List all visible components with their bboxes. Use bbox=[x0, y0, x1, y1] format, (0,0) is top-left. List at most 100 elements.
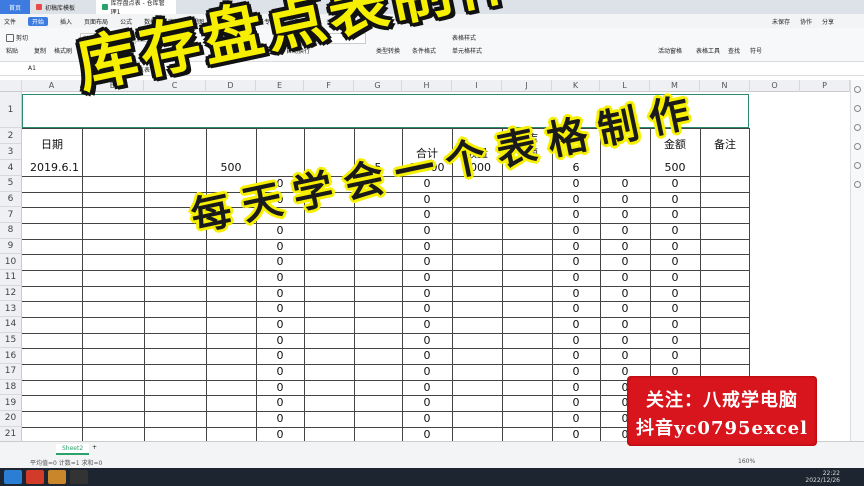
row-header[interactable]: 12 bbox=[0, 285, 22, 301]
zero-cell[interactable]: 0 bbox=[402, 208, 452, 221]
zoom-level[interactable]: 160% bbox=[738, 458, 755, 465]
cut-button[interactable]: 剪切 bbox=[6, 33, 28, 42]
zero-cell[interactable]: 0 bbox=[650, 302, 700, 315]
zero-cell[interactable]: 0 bbox=[650, 318, 700, 331]
zero-cell[interactable]: 0 bbox=[600, 255, 650, 268]
symbol-button[interactable]: 符号 bbox=[750, 46, 762, 55]
row-header[interactable]: 5 bbox=[0, 176, 22, 192]
zero-cell[interactable]: 0 bbox=[552, 428, 600, 441]
col-p[interactable]: P bbox=[800, 80, 850, 92]
zero-cell[interactable]: 0 bbox=[256, 412, 304, 425]
cell-m4[interactable]: 500 bbox=[650, 161, 700, 174]
zero-cell[interactable]: 0 bbox=[256, 287, 304, 300]
zero-cell[interactable]: 0 bbox=[552, 224, 600, 237]
row-header[interactable]: 18 bbox=[0, 379, 22, 395]
tab-templates[interactable]: 初稿库模板 bbox=[30, 0, 96, 14]
row-header[interactable]: 21 bbox=[0, 426, 22, 441]
header-remark[interactable]: 备注 bbox=[700, 136, 750, 152]
row-header[interactable]: 10 bbox=[0, 254, 22, 270]
row-header[interactable]: 8 bbox=[0, 223, 22, 239]
zero-cell[interactable]: 0 bbox=[552, 193, 600, 206]
zero-cell[interactable]: 0 bbox=[650, 240, 700, 253]
row-header[interactable]: 11 bbox=[0, 270, 22, 286]
zero-cell[interactable]: 0 bbox=[650, 271, 700, 284]
zero-cell[interactable]: 0 bbox=[256, 240, 304, 253]
header-date[interactable]: 日期 bbox=[22, 136, 82, 152]
zero-cell[interactable]: 0 bbox=[256, 381, 304, 394]
zero-cell[interactable]: 0 bbox=[650, 334, 700, 347]
zero-cell[interactable]: 0 bbox=[600, 287, 650, 300]
row-header[interactable]: 4 bbox=[0, 160, 22, 176]
zero-cell[interactable]: 0 bbox=[552, 412, 600, 425]
zero-cell[interactable]: 0 bbox=[402, 349, 452, 362]
zero-cell[interactable]: 0 bbox=[256, 318, 304, 331]
style-icon[interactable] bbox=[854, 105, 861, 112]
zero-cell[interactable]: 0 bbox=[552, 318, 600, 331]
col-a[interactable]: A bbox=[22, 80, 82, 92]
zero-cell[interactable]: 0 bbox=[402, 396, 452, 409]
row-header[interactable]: 13 bbox=[0, 301, 22, 317]
zero-cell[interactable]: 0 bbox=[600, 302, 650, 315]
paste-button[interactable]: 粘贴 bbox=[6, 46, 18, 55]
zero-cell[interactable]: 0 bbox=[650, 193, 700, 206]
zero-cell[interactable]: 0 bbox=[256, 255, 304, 268]
zero-cell[interactable]: 0 bbox=[552, 177, 600, 190]
row-header[interactable]: 17 bbox=[0, 364, 22, 380]
zero-cell[interactable]: 0 bbox=[402, 365, 452, 378]
sheet-tab[interactable]: Sheet2 bbox=[56, 444, 90, 455]
zero-cell[interactable]: 0 bbox=[402, 334, 452, 347]
row-header[interactable]: 9 bbox=[0, 238, 22, 254]
format-painter-button[interactable]: 格式刷 bbox=[54, 46, 72, 55]
zero-cell[interactable]: 0 bbox=[256, 396, 304, 409]
row-header[interactable]: 19 bbox=[0, 395, 22, 411]
zero-cell[interactable]: 0 bbox=[256, 271, 304, 284]
zero-cell[interactable]: 0 bbox=[256, 365, 304, 378]
table-tools-button[interactable]: 表格工具 bbox=[696, 46, 720, 55]
zero-cell[interactable]: 0 bbox=[256, 428, 304, 441]
backup-icon[interactable] bbox=[854, 143, 861, 150]
home-tab[interactable]: 首页 bbox=[0, 0, 30, 14]
col-h[interactable]: H bbox=[402, 80, 452, 92]
cell-style-button[interactable]: 单元格样式 bbox=[452, 46, 482, 55]
col-n[interactable]: N bbox=[700, 80, 750, 92]
zero-cell[interactable]: 0 bbox=[600, 271, 650, 284]
row-header[interactable]: 6 bbox=[0, 191, 22, 207]
col-o[interactable]: O bbox=[750, 80, 800, 92]
menu-home[interactable]: 开始 bbox=[28, 16, 49, 26]
zero-cell[interactable]: 0 bbox=[402, 271, 452, 284]
property-icon[interactable] bbox=[854, 124, 861, 131]
name-box[interactable]: A1 bbox=[28, 65, 36, 72]
row-header[interactable]: 20 bbox=[0, 411, 22, 427]
col-i[interactable]: I bbox=[452, 80, 502, 92]
zero-cell[interactable]: 0 bbox=[600, 177, 650, 190]
zero-cell[interactable]: 0 bbox=[402, 224, 452, 237]
zero-cell[interactable]: 0 bbox=[600, 193, 650, 206]
zero-cell[interactable]: 0 bbox=[402, 302, 452, 315]
row-header[interactable]: 15 bbox=[0, 332, 22, 348]
menu-file[interactable]: 文件 bbox=[4, 17, 16, 26]
row-header[interactable]: 1 bbox=[0, 92, 22, 128]
zero-cell[interactable]: 0 bbox=[256, 334, 304, 347]
zero-cell[interactable]: 0 bbox=[402, 381, 452, 394]
col-e[interactable]: E bbox=[256, 80, 304, 92]
zero-cell[interactable]: 0 bbox=[650, 255, 700, 268]
unsaved-label[interactable]: 未保存 bbox=[772, 17, 790, 26]
col-k[interactable]: K bbox=[552, 80, 600, 92]
wps-icon[interactable] bbox=[26, 470, 44, 484]
share-button[interactable]: 分享 bbox=[822, 17, 834, 26]
row-header[interactable]: 7 bbox=[0, 207, 22, 223]
zero-cell[interactable]: 0 bbox=[402, 412, 452, 425]
col-j[interactable]: J bbox=[502, 80, 552, 92]
row-header[interactable]: 16 bbox=[0, 348, 22, 364]
col-g[interactable]: G bbox=[354, 80, 402, 92]
zero-cell[interactable]: 0 bbox=[552, 349, 600, 362]
zero-cell[interactable]: 0 bbox=[256, 302, 304, 315]
zero-cell[interactable]: 0 bbox=[650, 287, 700, 300]
active-pane-button[interactable]: 活动窗格 bbox=[658, 46, 682, 55]
collab-button[interactable]: 协作 bbox=[800, 17, 812, 26]
zero-cell[interactable]: 0 bbox=[650, 224, 700, 237]
cell-a4[interactable]: 2019.6.1 bbox=[22, 161, 82, 174]
zero-cell[interactable]: 0 bbox=[600, 349, 650, 362]
zero-cell[interactable]: 0 bbox=[600, 208, 650, 221]
row-header[interactable]: 3 bbox=[0, 144, 22, 160]
